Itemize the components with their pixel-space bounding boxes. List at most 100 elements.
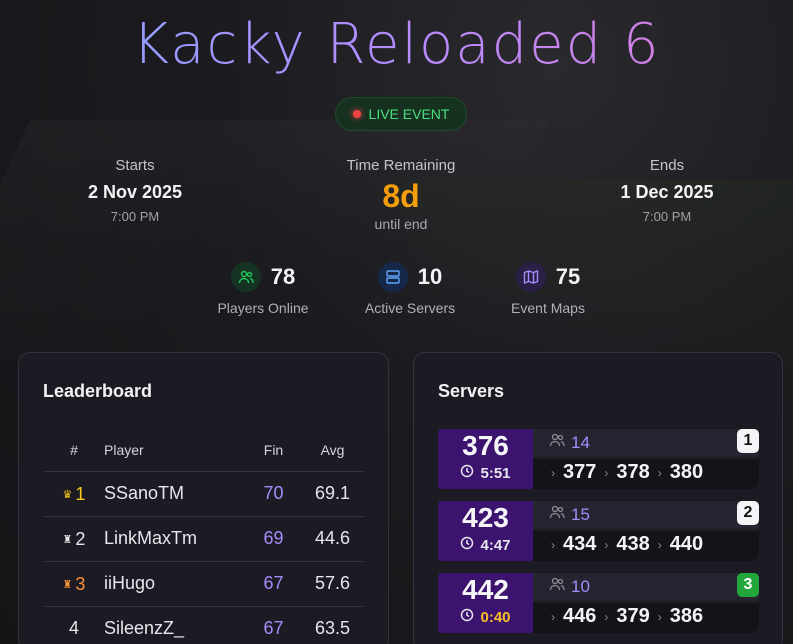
table-row[interactable]: ♜ 2 LinkMaxTm 69 44.6 [44, 515, 364, 561]
chevron-right-icon: › [551, 609, 555, 624]
leaderboard-panel: Leaderboard # Player Fin Avg ♛ 1 SSanoTM… [18, 352, 389, 644]
server-number-badge: 3 [737, 573, 759, 597]
header-player[interactable]: Player [104, 429, 246, 471]
next-map: 446 [563, 605, 597, 627]
map-timer: 5:51 [438, 464, 533, 482]
chevron-right-icon: › [551, 465, 555, 480]
next-map: 380 [669, 461, 704, 483]
clock-icon [460, 608, 474, 626]
rank-value: 2 [75, 529, 86, 549]
fin-value: 67 [246, 605, 301, 644]
chevron-right-icon: › [604, 537, 609, 552]
fin-value: 70 [246, 470, 301, 516]
avg-value: 69.1 [301, 470, 364, 516]
live-dot-icon [352, 110, 361, 118]
next-map: 379 [616, 605, 650, 627]
time-remaining-sub: until end [374, 216, 428, 232]
end-date: 1 Dec 2025 [620, 182, 714, 202]
server-card[interactable]: 423 4:47 15 2 › 434 › 438 › 440 [438, 501, 759, 561]
leaderboard-title: Leaderboard [43, 381, 153, 401]
users-icon [549, 504, 565, 525]
stat-active-servers: 10 Active Servers [330, 262, 490, 316]
rank-cell: ♜ 3 [44, 560, 104, 606]
fin-value: 67 [246, 560, 301, 606]
rank-value: 3 [75, 574, 86, 594]
start-time: 7:00 PM [110, 209, 160, 224]
end-info: Ends 1 Dec 2025 7:00 PM [557, 157, 777, 224]
player-name[interactable]: iiHugo [104, 560, 246, 606]
next-maps: › 446 › 379 › 386 [533, 603, 759, 633]
current-map: 442 0:40 [438, 573, 533, 633]
map-timer: 4:47 [438, 536, 533, 554]
server-players: 14 [549, 432, 590, 453]
avg-value: 57.6 [301, 560, 364, 606]
end-label: Ends [649, 157, 685, 174]
timer-value: 0:40 [480, 608, 511, 626]
clock-icon [460, 464, 474, 482]
page-title: Kacky Reloaded 6 [0, 10, 793, 80]
server-card[interactable]: 376 5:51 14 1 › 377 › 378 › 380 [438, 429, 759, 489]
start-info: Starts 2 Nov 2025 7:00 PM [25, 157, 245, 224]
server-number-badge: 1 [737, 429, 759, 453]
active-servers-label: Active Servers [364, 300, 456, 316]
crown-icon: ♛ [62, 489, 73, 501]
rank-cell: ♜ 2 [44, 515, 104, 561]
server-icon [377, 262, 408, 292]
event-maps-label: Event Maps [511, 300, 585, 316]
medal-icon: ♜ [62, 579, 73, 591]
avg-value: 63.5 [301, 605, 364, 644]
current-map-number: 376 [462, 430, 509, 461]
next-map: 434 [563, 533, 597, 555]
start-date: 2 Nov 2025 [87, 182, 183, 202]
chevron-right-icon: › [657, 609, 662, 624]
time-remaining-label: Time Remaining [346, 157, 456, 174]
player-name[interactable]: SileenzZ_ [104, 605, 246, 644]
medal-icon: ♜ [62, 534, 73, 546]
live-status-badge: LIVE EVENT [335, 97, 467, 131]
player-name[interactable]: SSanoTM [104, 470, 246, 516]
rank-cell: ♛ 1 [44, 470, 104, 516]
server-info: 15 2 [533, 501, 759, 529]
rank-value: 4 [68, 618, 79, 639]
server-info: 14 1 [533, 429, 759, 457]
map-timer: 0:40 [438, 608, 533, 626]
next-map: 386 [669, 605, 704, 627]
users-icon [549, 576, 565, 597]
time-remaining-value: 8d [382, 178, 420, 214]
chevron-right-icon: › [604, 609, 609, 624]
players-online-label: Players Online [217, 300, 309, 316]
stat-players-online: 78 Players Online [183, 262, 343, 316]
next-maps: › 377 › 378 › 380 [533, 459, 759, 489]
current-map: 423 4:47 [438, 501, 533, 561]
server-card[interactable]: 442 0:40 10 3 › 446 › 379 › 386 [438, 573, 759, 633]
avg-value: 44.6 [301, 515, 364, 561]
next-map: 438 [616, 533, 650, 555]
map-icon [515, 262, 546, 292]
users-icon [549, 432, 565, 453]
clock-icon [460, 536, 474, 554]
timer-value: 5:51 [480, 464, 511, 482]
rank-cell: 4 [44, 605, 104, 644]
table-row[interactable]: ♛ 1 SSanoTM 70 69.1 [44, 470, 364, 516]
header-avg[interactable]: Avg [301, 429, 364, 471]
fin-value: 69 [246, 515, 301, 561]
players-count: 10 [571, 576, 590, 596]
server-players: 10 [549, 576, 590, 597]
player-name[interactable]: LinkMaxTm [104, 515, 246, 561]
server-number-badge: 2 [737, 501, 759, 525]
live-label: LIVE EVENT [368, 106, 450, 122]
chevron-right-icon: › [657, 537, 662, 552]
event-maps-value: 75 [555, 264, 581, 289]
time-remaining-info: Time Remaining 8d until end [291, 157, 511, 232]
header-rank[interactable]: # [44, 429, 104, 471]
stat-event-maps: 75 Event Maps [468, 262, 628, 316]
servers-panel: Servers 376 5:51 14 1 › 377 › 378 › 380 … [413, 352, 783, 644]
start-label: Starts [115, 157, 155, 174]
server-info: 10 3 [533, 573, 759, 601]
current-map-number: 442 [462, 574, 509, 605]
active-servers-value: 10 [417, 264, 443, 289]
table-row[interactable]: 4 SileenzZ_ 67 63.5 [44, 605, 364, 644]
header-fin[interactable]: Fin [246, 429, 301, 471]
table-row[interactable]: ♜ 3 iiHugo 67 57.6 [44, 560, 364, 606]
chevron-right-icon: › [657, 465, 662, 480]
